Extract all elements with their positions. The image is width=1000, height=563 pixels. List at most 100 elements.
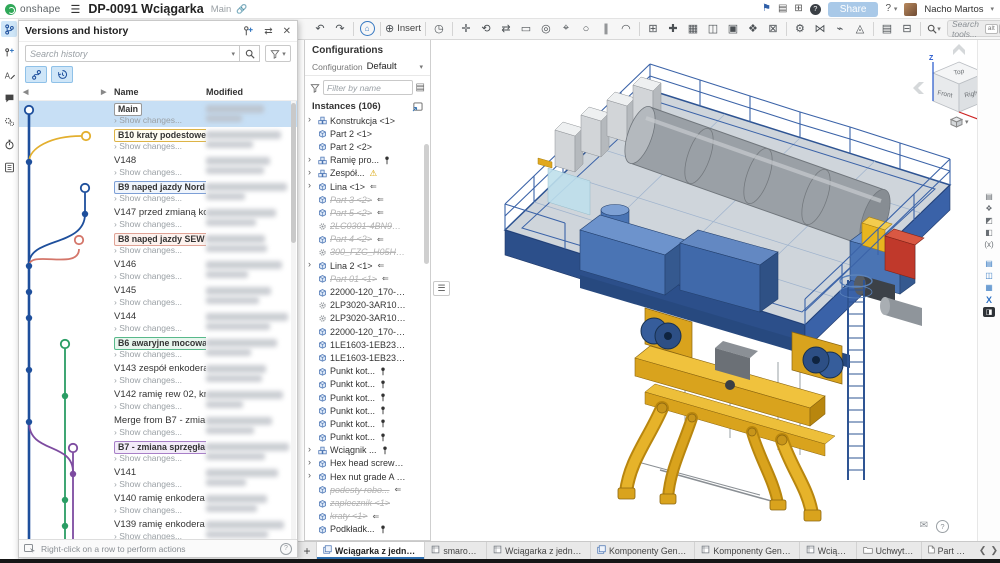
element-tab[interactable]: Komponenty Genesis - ... <box>590 542 694 559</box>
instance-row[interactable]: Punkt kot... <box>305 417 430 430</box>
version-row[interactable]: V142 ramię rew 02, krąż...› Show changes… <box>19 387 297 413</box>
tangent-mate-icon[interactable]: ◠ <box>617 20 635 38</box>
configuration-select[interactable]: Default <box>367 61 416 72</box>
instance-row[interactable]: 1LE1603-1EB23-4FB4-... <box>305 351 430 364</box>
collapse-graph-icon[interactable]: ◀ <box>23 88 28 96</box>
linear-pattern-icon[interactable]: ▦ <box>684 20 702 38</box>
expand-caret-icon[interactable]: › <box>308 180 311 190</box>
undo-icon[interactable]: ↶ <box>311 20 329 38</box>
belt-relation-icon[interactable]: ◬ <box>851 20 869 38</box>
show-changes-link[interactable]: › Show changes... <box>114 219 182 229</box>
version-row[interactable]: V140 ramię enkodera re...› Show changes.… <box>19 491 297 517</box>
selection-panel-icon[interactable]: ◩ <box>982 216 997 226</box>
instance-row[interactable]: Podkładk... <box>305 523 430 536</box>
instance-row[interactable]: Part 5 <2>⇐ <box>305 206 430 219</box>
versions-scrollbar[interactable] <box>291 101 296 539</box>
show-changes-link[interactable]: › Show changes... <box>114 193 182 203</box>
instance-row[interactable]: 22000-120_170-120_17... <box>305 325 430 338</box>
version-row[interactable]: B8 napęd jazdy SEW› Show changes... <box>19 231 297 257</box>
avatar[interactable] <box>904 3 917 16</box>
show-changes-link[interactable]: › Show changes... <box>114 427 182 437</box>
show-changes-link[interactable]: › Show changes... <box>114 479 182 489</box>
group-icon[interactable]: ⊞ <box>644 20 662 38</box>
version-row[interactable]: V145› Show changes... <box>19 283 297 309</box>
app-render-icon[interactable]: ◨ <box>983 307 995 317</box>
home-view-icon[interactable]: ⌂ <box>358 20 376 38</box>
list-view-icon[interactable]: ▤ <box>416 82 425 93</box>
share-button[interactable]: Share <box>828 2 879 17</box>
show-changes-link[interactable]: › Show changes... <box>114 323 182 333</box>
show-changes-link[interactable]: › Show changes... <box>114 167 182 177</box>
show-changes-link[interactable]: › Show changes... <box>114 349 182 359</box>
expand-caret-icon[interactable]: › <box>308 444 311 454</box>
bom-panel-icon[interactable]: ▤ <box>982 192 997 202</box>
element-tab[interactable]: Wciągarka <box>799 542 856 559</box>
app-layers-icon[interactable]: ◫ <box>982 271 997 281</box>
expand-caret-icon[interactable]: › <box>308 457 311 467</box>
search-tools-input[interactable]: Search tools... alt c <box>947 20 1000 37</box>
show-changes-link[interactable]: › Show changes... <box>114 453 182 463</box>
filter-history-button[interactable]: ▾ <box>265 45 291 62</box>
filter-by-name-input[interactable]: Filter by name <box>323 80 413 95</box>
assistant-icon[interactable]: ? <box>810 4 821 15</box>
version-row[interactable]: B9 napęd jazdy Nord› Show changes... <box>19 179 297 205</box>
pattern-icon[interactable]: ▣ <box>724 20 742 38</box>
instance-row[interactable]: Part 01 <1>⇐ <box>305 272 430 285</box>
expand-caret-icon[interactable]: › <box>308 114 311 124</box>
versions-panel-icon[interactable] <box>1 21 17 37</box>
instance-row[interactable]: podesty robo...⇐ <box>305 483 430 496</box>
version-row[interactable]: Merge from B7 - zmiana ...› Show changes… <box>19 413 297 439</box>
redo-icon[interactable]: ↷ <box>331 20 349 38</box>
version-row[interactable]: V144› Show changes... <box>19 309 297 335</box>
show-changes-link[interactable]: › Show changes... <box>114 141 182 151</box>
integrations-icon[interactable] <box>1 113 17 129</box>
instance-row[interactable]: kraty <1>⇐ <box>305 510 430 523</box>
structure-panel-toggle[interactable]: ☰ <box>433 281 450 296</box>
close-panel-icon[interactable]: ✕ <box>283 26 291 37</box>
viewport-help-icon[interactable]: ? <box>936 520 949 533</box>
named-positions-icon[interactable]: ◷ <box>430 20 448 38</box>
name-column-header[interactable]: Name <box>114 87 139 97</box>
expand-caret-icon[interactable]: › <box>308 470 311 480</box>
history-view-toggle[interactable] <box>51 66 73 83</box>
expand-graph-icon[interactable]: ▶ <box>101 88 106 96</box>
user-menu-caret-icon[interactable]: ▾ <box>990 5 994 13</box>
create-version-icon[interactable] <box>242 25 254 37</box>
feedback-icon[interactable]: ✉ <box>920 520 928 533</box>
version-row[interactable]: B7 - zmiana sprzęgła do...› Show changes… <box>19 439 297 465</box>
filter-icon[interactable] <box>310 83 320 93</box>
instance-row[interactable]: ›Lina 2 <1>⇐ <box>305 259 430 272</box>
planar-mate-icon[interactable]: ▭ <box>517 20 535 38</box>
pin-slot-mate-icon[interactable]: ⌖ <box>557 20 575 38</box>
notifications-icon[interactable]: ⚑ <box>762 4 771 14</box>
element-tab[interactable]: Komponenty Genesis - ... <box>694 542 798 559</box>
version-row[interactable]: V141› Show changes... <box>19 465 297 491</box>
exploded-view-icon[interactable]: ▤ <box>878 20 896 38</box>
instance-row[interactable]: Punkt kot... <box>305 365 430 378</box>
show-changes-link[interactable]: › Show changes... <box>114 297 182 307</box>
show-changes-link[interactable]: › Show changes... <box>114 531 182 539</box>
tab-scroll-right-icon[interactable]: ❯ <box>990 545 998 556</box>
release-notes-icon[interactable] <box>1 159 17 175</box>
version-row[interactable]: B6 awaryjne mocowani...› Show changes... <box>19 335 297 361</box>
version-row[interactable]: B10 kraty podestowe› Show changes... <box>19 127 297 153</box>
instance-row[interactable]: ›Lina <1>⇐ <box>305 180 430 193</box>
instance-row[interactable]: Part 2 <1> <box>305 127 430 140</box>
show-changes-link[interactable]: › Show changes... <box>114 115 182 125</box>
instances-scrollbar[interactable] <box>424 144 429 264</box>
search-history-button[interactable] <box>240 45 260 62</box>
element-tab[interactable]: Wciągarka z jednym bę... <box>316 542 424 559</box>
create-version-icon[interactable] <box>1 44 17 60</box>
compare-versions-icon[interactable]: ⇄ <box>264 26 272 37</box>
app-x-icon[interactable]: X <box>982 295 997 305</box>
slider-mate-icon[interactable]: ⇄ <box>497 20 515 38</box>
snapshot-icon[interactable]: ⊠ <box>764 20 782 38</box>
instance-row[interactable]: ›Hex head screw grade ... <box>305 457 430 470</box>
app-store-icon[interactable]: ⊞ <box>794 4 802 14</box>
parallel-mate-icon[interactable]: ∥ <box>597 20 615 38</box>
screw-relation-icon[interactable]: ⌁ <box>831 20 849 38</box>
expand-caret-icon[interactable]: › <box>308 154 311 164</box>
instance-row[interactable]: 22000-120_170-120_17... <box>305 285 430 298</box>
instance-row[interactable]: zaplecznik <1> <box>305 496 430 509</box>
instance-row[interactable]: 300_FZG_H05H10F50... <box>305 246 430 259</box>
